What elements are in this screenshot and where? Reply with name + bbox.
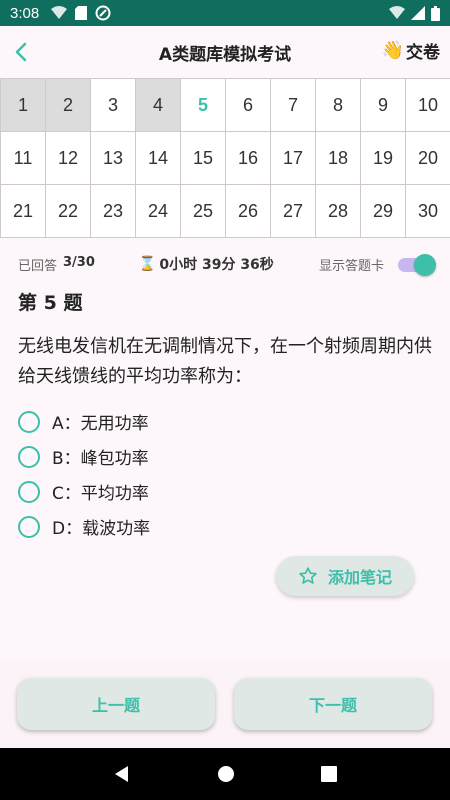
wifi-question-icon bbox=[51, 6, 68, 19]
question-cell[interactable]: 15 bbox=[181, 132, 226, 185]
answer-card-grid: 1 2 3 4 5 6 7 8 9 10 11 12 13 14 15 16 17 18 19 20 21 22 23 24 2… bbox=[0, 78, 450, 238]
exam-info-row: 已回答 3/30 ⌛ 0小时 39分 36秒 显示答题卡 bbox=[18, 250, 436, 278]
question-cell[interactable]: 19 bbox=[361, 132, 406, 185]
app-bar: A类题库模拟考试 👋 交卷 bbox=[0, 26, 450, 78]
add-note-label: 添加笔记 bbox=[327, 568, 392, 587]
sd-card-icon bbox=[75, 6, 88, 20]
signal-icon bbox=[411, 6, 425, 20]
question-cell[interactable]: 13 bbox=[91, 132, 136, 185]
hourglass-icon: ⌛ bbox=[138, 256, 157, 272]
radio-icon bbox=[18, 480, 40, 503]
question-cell[interactable]: 10 bbox=[406, 79, 450, 132]
radio-icon bbox=[18, 445, 40, 468]
status-bar: 3:08 bbox=[0, 0, 450, 26]
toggle-thumb bbox=[414, 254, 436, 276]
wifi-icon bbox=[389, 6, 405, 19]
question-cell[interactable]: 20 bbox=[406, 132, 450, 185]
answered-value: 3/30 bbox=[63, 254, 95, 270]
star-outline-icon bbox=[299, 567, 317, 584]
chevron-left-icon bbox=[15, 42, 27, 62]
status-time: 3:08 bbox=[10, 4, 40, 22]
question-cell[interactable]: 1 bbox=[1, 79, 46, 132]
show-card-toggle[interactable] bbox=[396, 254, 436, 276]
radio-icon bbox=[18, 515, 40, 538]
system-status-icons bbox=[389, 5, 440, 21]
question-cell[interactable]: 6 bbox=[226, 79, 271, 132]
question-number: 第 5 题 bbox=[18, 292, 83, 314]
question-cell[interactable]: 27 bbox=[271, 185, 316, 238]
question-cell[interactable]: 25 bbox=[181, 185, 226, 238]
submit-exam-button[interactable]: 👋 交卷 bbox=[382, 38, 440, 63]
submit-label: 交卷 bbox=[406, 43, 440, 63]
show-card-label: 显示答题卡 bbox=[318, 258, 384, 274]
previous-question-button[interactable]: 上一题 bbox=[17, 678, 215, 730]
back-triangle-icon[interactable] bbox=[113, 765, 131, 783]
notification-icons bbox=[51, 5, 111, 21]
question-cell[interactable]: 2 bbox=[46, 79, 91, 132]
option-label: D：载波功率 bbox=[52, 519, 151, 539]
add-note-button[interactable]: 添加笔记 bbox=[276, 556, 414, 596]
radio-icon bbox=[18, 410, 40, 433]
option-label: C：平均功率 bbox=[52, 484, 149, 504]
question-cell[interactable]: 8 bbox=[316, 79, 361, 132]
question-cell[interactable]: 7 bbox=[271, 79, 316, 132]
question-cell[interactable]: 26 bbox=[226, 185, 271, 238]
question-cell[interactable]: 12 bbox=[46, 132, 91, 185]
option-label: A：无用功率 bbox=[52, 414, 149, 434]
question-text: 无线电发信机在无调制情况下，在一个射频周期内供给天线馈线的平均功率称为： bbox=[18, 336, 432, 387]
timer: ⌛ 0小时 39分 36秒 bbox=[139, 254, 274, 274]
question-cell[interactable]: 9 bbox=[361, 79, 406, 132]
question-cell[interactable]: 17 bbox=[271, 132, 316, 185]
answered-label: 已回答 bbox=[18, 258, 58, 274]
back-button[interactable] bbox=[6, 36, 36, 68]
question-cell[interactable]: 22 bbox=[46, 185, 91, 238]
question-cell[interactable]: 3 bbox=[91, 79, 136, 132]
question-cell[interactable]: 24 bbox=[136, 185, 181, 238]
timer-value: 0小时 39分 36秒 bbox=[159, 257, 274, 273]
recents-square-icon[interactable] bbox=[321, 766, 337, 782]
waving-hand-icon: 👋 bbox=[381, 40, 404, 61]
question-cell[interactable]: 21 bbox=[1, 185, 46, 238]
answered-count: 已回答 3/30 bbox=[18, 255, 95, 274]
option-a[interactable]: A：无用功率 bbox=[18, 404, 418, 439]
battery-icon bbox=[431, 5, 440, 21]
question-cell[interactable]: 30 bbox=[406, 185, 450, 238]
data-saver-icon bbox=[95, 5, 111, 21]
question-cell[interactable]: 16 bbox=[226, 132, 271, 185]
option-label: B：峰包功率 bbox=[52, 449, 149, 469]
question-cell[interactable]: 5 bbox=[181, 79, 226, 132]
question-cell[interactable]: 4 bbox=[136, 79, 181, 132]
question-cell[interactable]: 23 bbox=[91, 185, 136, 238]
question-cell[interactable]: 29 bbox=[361, 185, 406, 238]
question-cell[interactable]: 11 bbox=[1, 132, 46, 185]
question-cell[interactable]: 14 bbox=[136, 132, 181, 185]
answer-options: A：无用功率 B：峰包功率 C：平均功率 D：载波功率 bbox=[18, 404, 418, 544]
option-b[interactable]: B：峰包功率 bbox=[18, 439, 418, 474]
question-cell[interactable]: 28 bbox=[316, 185, 361, 238]
system-navigation-bar bbox=[0, 748, 450, 800]
next-question-button[interactable]: 下一题 bbox=[234, 678, 432, 730]
question-navigation: 上一题 下一题 bbox=[0, 660, 450, 748]
question-cell[interactable]: 18 bbox=[316, 132, 361, 185]
option-d[interactable]: D：载波功率 bbox=[18, 509, 418, 544]
option-c[interactable]: C：平均功率 bbox=[18, 474, 418, 509]
home-circle-icon[interactable] bbox=[217, 765, 235, 783]
